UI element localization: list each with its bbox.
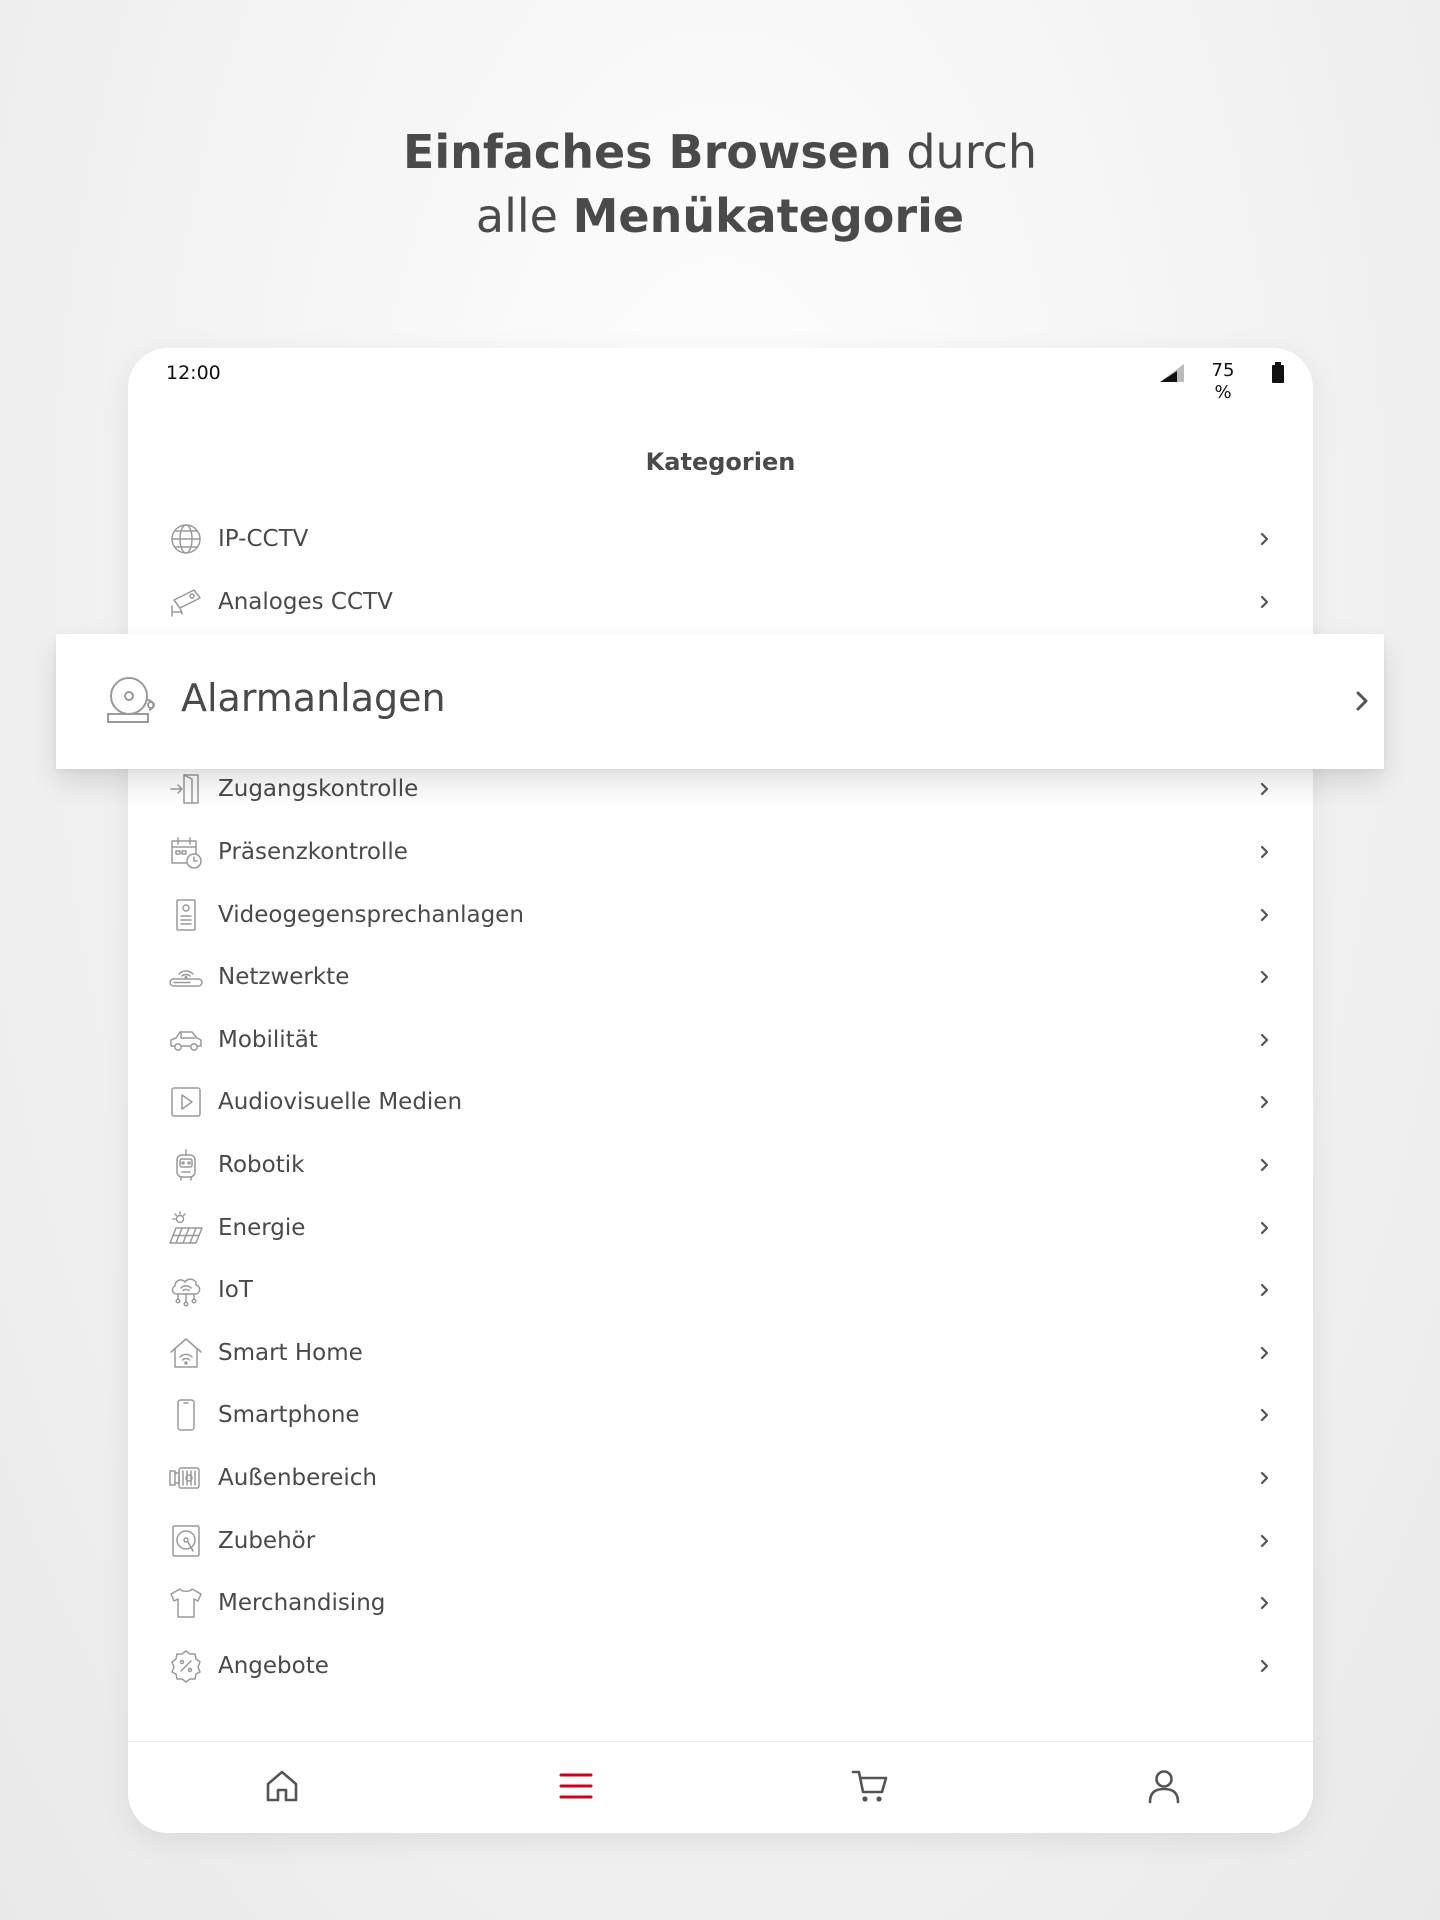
chevron-right-icon — [1259, 1157, 1271, 1173]
play-icon — [168, 1084, 204, 1120]
robot-icon — [168, 1147, 204, 1183]
solar-panel-icon — [168, 1210, 204, 1246]
category-label: Smart Home — [218, 1339, 363, 1366]
highlighted-category-label: Alarmanlagen — [181, 676, 446, 720]
tablet-screen: 12:00 75 % Kategorien IP-CCTV Analoges CC… — [128, 348, 1313, 1833]
user-icon[interactable] — [1144, 1766, 1184, 1806]
headline-line1-regular: durch — [891, 125, 1038, 179]
category-label: Präsenzkontrolle — [218, 839, 408, 865]
globe-icon — [168, 521, 204, 557]
intercom-icon — [168, 897, 204, 933]
chevron-right-icon — [1259, 1345, 1271, 1361]
category-label: Videogegensprechanlagen — [218, 901, 524, 928]
category-item-17[interactable]: Merchandising — [128, 1572, 1313, 1634]
cloud-wifi-icon — [168, 1272, 204, 1308]
category-label: IoT — [218, 1277, 253, 1304]
headline-line2-regular: alle — [475, 189, 573, 243]
category-item-18[interactable]: Angebote — [128, 1635, 1313, 1697]
category-item-1[interactable]: Analoges CCTV — [128, 571, 1313, 633]
chevron-right-icon — [1259, 1094, 1271, 1110]
category-label: Audiovisuelle Medien — [218, 1089, 463, 1116]
battery-percent-sign: % — [1214, 382, 1232, 403]
menu-icon[interactable] — [556, 1766, 596, 1806]
category-label: Mobilität — [218, 1026, 318, 1053]
bottom-navigation — [128, 1741, 1313, 1833]
chevron-right-icon — [1259, 594, 1271, 610]
category-item-13[interactable]: Smart Home — [128, 1322, 1313, 1384]
category-item-6[interactable]: Videogegensprechanlagen — [128, 884, 1313, 946]
router-icon — [168, 959, 204, 995]
category-label: Merchandising — [218, 1590, 386, 1617]
chevron-right-icon — [1259, 1220, 1271, 1236]
category-label: Zugangskontrolle — [218, 776, 419, 803]
category-item-9[interactable]: Audiovisuelle Medien — [128, 1071, 1313, 1133]
battery-percent: 75 % — [1208, 360, 1238, 404]
status-bar: 12:00 75 % — [128, 348, 1313, 408]
category-label: IP-CCTV — [218, 526, 309, 552]
category-label: Analoges CCTV — [218, 588, 393, 615]
battery-icon — [1271, 362, 1285, 384]
home-icon[interactable] — [262, 1766, 302, 1806]
outdoor-light-icon — [168, 1460, 204, 1496]
chevron-right-icon — [1259, 1282, 1271, 1298]
door-enter-icon — [168, 771, 204, 807]
chevron-right-icon — [1259, 531, 1271, 547]
chevron-right-icon — [1259, 781, 1271, 797]
tshirt-icon — [168, 1585, 204, 1621]
category-label: Angebote — [218, 1652, 329, 1679]
chevron-right-icon — [1259, 1658, 1271, 1674]
status-time: 12:00 — [166, 362, 221, 384]
hard-disk-icon — [168, 1523, 204, 1559]
headline-line2-bold: Menükategorie — [572, 189, 965, 243]
chevron-right-icon — [1259, 844, 1271, 860]
category-item-12[interactable]: IoT — [128, 1259, 1313, 1321]
chevron-right-icon — [1259, 969, 1271, 985]
category-label: Energie — [218, 1214, 306, 1241]
category-item-16[interactable]: Zubehör — [128, 1510, 1313, 1572]
cart-icon[interactable] — [850, 1766, 890, 1806]
cctv-camera-icon — [168, 584, 204, 620]
category-label: Netzwerkte — [218, 964, 350, 991]
category-label: Robotik — [218, 1152, 305, 1178]
category-label: Außenbereich — [218, 1465, 377, 1491]
chevron-right-icon — [1354, 690, 1370, 712]
calendar-clock-icon — [168, 834, 204, 870]
smartphone-icon — [168, 1397, 204, 1433]
category-item-5[interactable]: Präsenzkontrolle — [128, 821, 1313, 883]
signal-icon — [1158, 362, 1186, 384]
chevron-right-icon — [1259, 1533, 1271, 1549]
chevron-right-icon — [1259, 1595, 1271, 1611]
category-item-0[interactable]: IP-CCTV — [128, 508, 1313, 570]
chevron-right-icon — [1259, 907, 1271, 923]
category-item-11[interactable]: Energie — [128, 1197, 1313, 1259]
car-icon — [168, 1022, 204, 1058]
chevron-right-icon — [1259, 1032, 1271, 1048]
chevron-right-icon — [1259, 1470, 1271, 1486]
alarm-bell-icon — [104, 672, 160, 728]
smart-home-icon — [168, 1335, 204, 1371]
category-label: Zubehör — [218, 1527, 316, 1554]
page-title: Kategorien — [645, 448, 796, 476]
discount-badge-icon — [168, 1648, 204, 1684]
category-item-15[interactable]: Außenbereich — [128, 1447, 1313, 1509]
category-item-8[interactable]: Mobilität — [128, 1009, 1313, 1071]
category-item-10[interactable]: Robotik — [128, 1134, 1313, 1196]
battery-percent-value: 75 — [1211, 360, 1235, 381]
headline-line1-bold: Einfaches Browsen — [402, 125, 892, 179]
headline: Einfaches Browsen durch alle Menükategor… — [0, 120, 1440, 248]
highlighted-category-alarmanlagen[interactable]: Alarmanlagen — [56, 634, 1384, 769]
chevron-right-icon — [1259, 1407, 1271, 1423]
category-label: Smartphone — [218, 1402, 360, 1429]
category-item-7[interactable]: Netzwerkte — [128, 946, 1313, 1008]
category-item-14[interactable]: Smartphone — [128, 1384, 1313, 1446]
